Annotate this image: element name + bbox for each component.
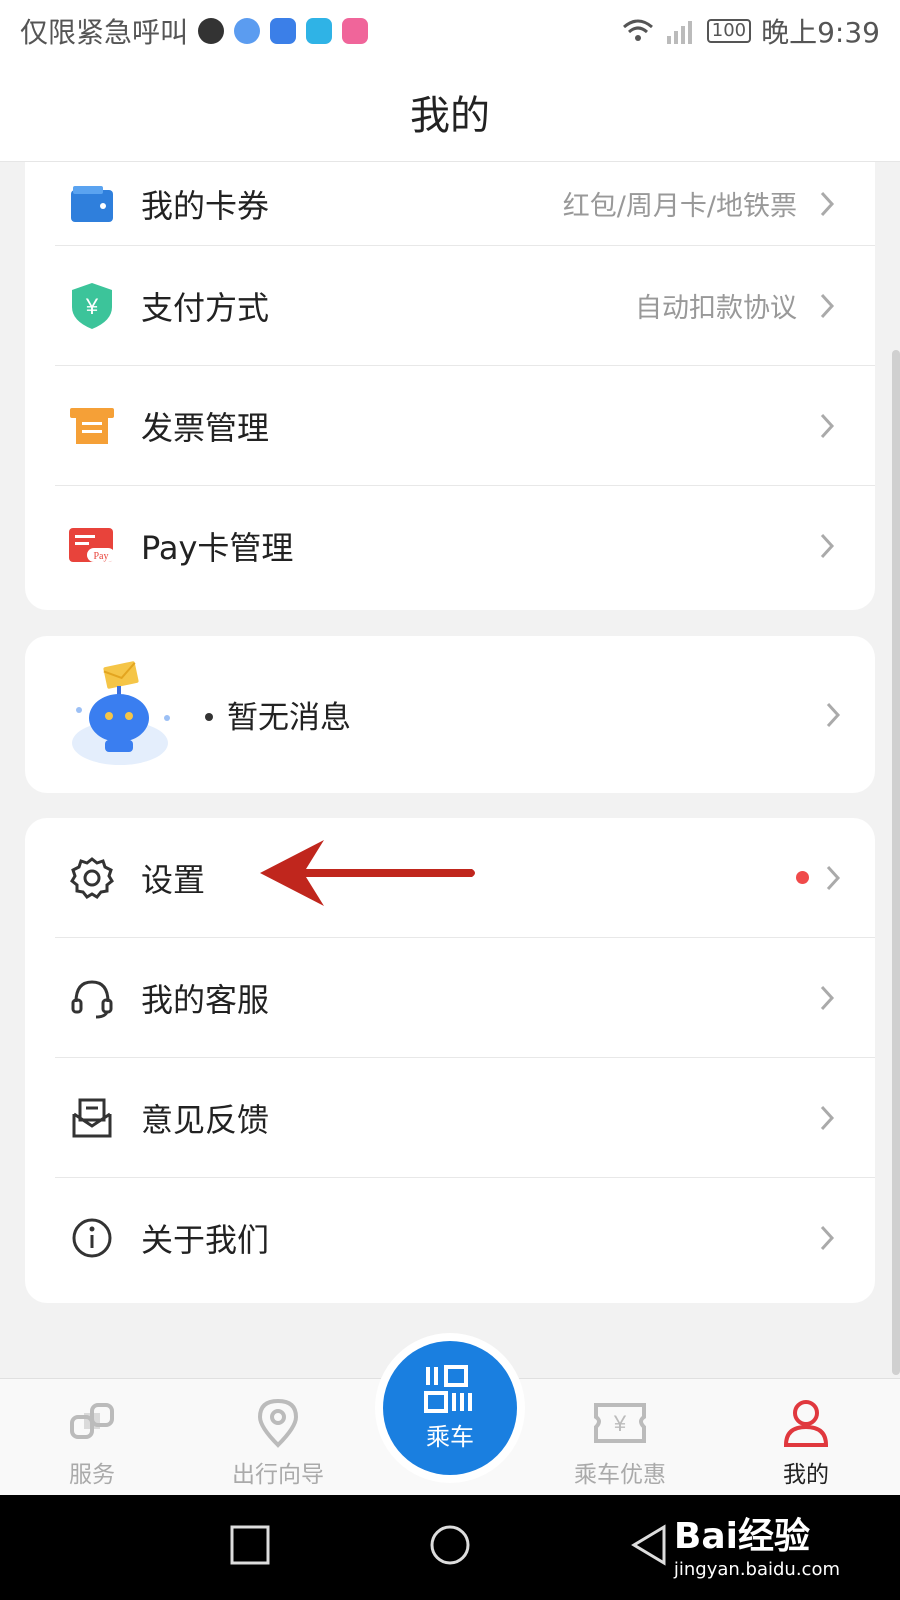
browser-notification-icon — [234, 18, 261, 44]
page-title: 我的 — [410, 92, 490, 139]
info-icon — [65, 1211, 119, 1265]
menu-item-label: 关于我们 — [141, 1221, 270, 1259]
menu-item-label: Pay卡管理 — [141, 529, 294, 567]
chevron-right-icon — [809, 864, 857, 892]
system-nav-bar: Bai经验 jingyan.baidu.com — [0, 1495, 900, 1600]
menu-item-label: 意见反馈 — [141, 1100, 270, 1139]
menu-item-label: 发票管理 — [141, 408, 270, 447]
chevron-right-icon — [797, 190, 857, 218]
ele-notification-icon — [306, 18, 333, 44]
menu-item-feedback[interactable]: 意见反馈 — [55, 1058, 875, 1178]
menu-item-sub: 红包/周月卡/地铁票 — [562, 191, 797, 222]
app-notification-icon — [198, 18, 225, 44]
home-icon[interactable] — [428, 1523, 472, 1567]
menu-item-label: 我的客服 — [141, 980, 270, 1019]
clock: 晚上9:39 — [761, 16, 880, 49]
location-pin-icon — [257, 1398, 299, 1448]
menu-item-label: 我的卡券 — [141, 186, 270, 225]
bulb-notification-icon — [270, 18, 297, 44]
message-status-text: 暂无消息 — [227, 700, 351, 736]
services-icon — [70, 1403, 114, 1439]
battery-indicator: 100 — [706, 19, 752, 43]
chevron-right-icon — [797, 984, 857, 1012]
gear-icon — [65, 851, 119, 905]
back-icon[interactable] — [628, 1523, 672, 1567]
svg-text:Pay: Pay — [94, 551, 109, 562]
screen: 仅限紧急呼叫 100 晚上9:39 我的 我的卡券 红包/周月卡/地铁票 ¥ 支… — [0, 0, 900, 1600]
watermark: Bai经验 jingyan.baidu.com — [674, 1507, 840, 1580]
chevron-right-icon — [797, 1224, 857, 1252]
tab-mine[interactable]: 我的 — [726, 1397, 886, 1489]
robot-mascot-icon — [65, 658, 175, 772]
ride-button[interactable]: 乘车 — [375, 1333, 525, 1483]
headset-icon — [65, 971, 119, 1025]
tab-label: 出行向导 — [232, 1462, 324, 1488]
tab-services[interactable]: 服务 — [12, 1397, 172, 1489]
menu-item-sub: 自动扣款协议 — [635, 293, 797, 324]
signal-icon — [666, 21, 692, 44]
menu-item-paycard[interactable]: Pay Pay卡管理 — [55, 486, 875, 606]
bullet-dot — [205, 712, 213, 721]
page-header: 我的 — [0, 62, 900, 162]
svg-text:¥: ¥ — [85, 294, 99, 319]
yuan-shield-icon: ¥ — [65, 279, 119, 333]
ride-label: 乘车 — [426, 1422, 474, 1451]
menu-item-payment[interactable]: ¥ 支付方式 自动扣款协议 — [55, 246, 875, 366]
menu-item-coupons[interactable]: 我的卡券 红包/周月卡/地铁票 — [55, 162, 875, 246]
watermark-url: jingyan.baidu.com — [673, 1559, 840, 1580]
invoice-icon — [65, 399, 119, 453]
notification-badge — [796, 871, 809, 884]
watermark-brand: Bai经验 — [673, 1516, 810, 1557]
pink-notification-icon — [342, 18, 369, 44]
status-bar: 仅限紧急呼叫 100 晚上9:39 — [0, 0, 900, 62]
scrollbar[interactable] — [892, 350, 900, 1375]
wallet-card: 我的卡券 红包/周月卡/地铁票 ¥ 支付方式 自动扣款协议 发票管理 Pay P… — [25, 162, 875, 610]
menu-item-invoice[interactable]: 发票管理 — [55, 366, 875, 486]
ticket-yuan-icon: ¥ — [594, 1403, 646, 1443]
menu-item-about[interactable]: 关于我们 — [55, 1178, 875, 1298]
chevron-right-icon — [797, 412, 857, 440]
annotation-arrow — [260, 840, 475, 906]
tab-label: 我的 — [783, 1462, 829, 1488]
wifi-icon — [622, 19, 653, 41]
svg-text:¥: ¥ — [613, 1411, 627, 1436]
menu-item-label: 支付方式 — [141, 288, 270, 327]
user-icon — [783, 1400, 829, 1447]
wallet-icon — [65, 177, 119, 231]
menu-item-label: 设置 — [141, 860, 206, 899]
carrier-text: 仅限紧急呼叫 — [20, 16, 189, 49]
chevron-right-icon — [797, 532, 857, 560]
message-card[interactable]: 暂无消息 — [25, 636, 875, 793]
tab-ride-discounts[interactable]: ¥ 乘车优惠 — [540, 1397, 700, 1489]
tab-label: 服务 — [69, 1462, 115, 1488]
tab-travel-guide[interactable]: 出行向导 — [198, 1397, 358, 1489]
qr-code-icon — [424, 1364, 472, 1413]
chevron-right-icon — [797, 1104, 857, 1132]
chevron-right-icon — [797, 292, 857, 320]
tab-label: 乘车优惠 — [574, 1462, 666, 1488]
feedback-icon — [65, 1091, 119, 1145]
chevron-right-icon — [803, 701, 863, 729]
menu-item-customer-service[interactable]: 我的客服 — [55, 938, 875, 1058]
pay-card-icon: Pay — [65, 519, 119, 573]
recent-apps-icon[interactable] — [228, 1523, 272, 1567]
